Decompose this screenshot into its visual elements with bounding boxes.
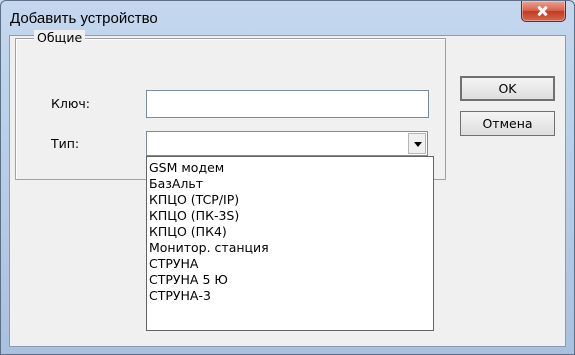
type-label: Тип: [51,136,80,151]
chevron-down-icon[interactable] [408,133,426,154]
list-item[interactable]: Монитор. станция [147,240,433,256]
cancel-button[interactable]: Отмена [460,111,555,136]
type-combobox[interactable] [146,131,428,156]
type-dropdown-list[interactable]: GSM модем БазАльт КПЦО (TCP/IP) КПЦО (ПК… [146,156,434,331]
list-item[interactable]: КПЦО (ПК-3S) [147,208,433,224]
dialog-window: Добавить устройство Общие Ключ: Тип: GSM… [0,0,575,355]
close-icon[interactable] [521,1,566,22]
list-item[interactable]: СТРУНА-3 [147,288,433,304]
list-item[interactable]: КПЦО (ПК4) [147,224,433,240]
list-item[interactable]: СТРУНА 5 Ю [147,272,433,288]
list-item[interactable]: GSM модем [147,160,433,176]
window-title: Добавить устройство [10,10,158,27]
groupbox-legend: Общие [34,30,86,45]
key-label: Ключ: [51,96,90,111]
list-item[interactable]: КПЦО (TCP/IP) [147,192,433,208]
key-input[interactable] [146,90,429,118]
list-item[interactable]: БазАльт [147,176,433,192]
ok-button[interactable]: OK [460,76,555,101]
list-item[interactable]: СТРУНА [147,256,433,272]
title-bar[interactable]: Добавить устройство [1,1,574,35]
